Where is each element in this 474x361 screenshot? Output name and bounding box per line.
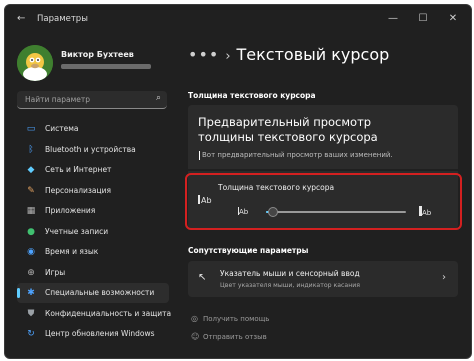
apps-icon: ▦ — [26, 206, 36, 216]
sidebar-item[interactable]: ◆ Сеть и Интернет — [17, 160, 169, 180]
related-section-heading: Сопутствующие параметры — [188, 246, 309, 255]
breadcrumb-more[interactable]: ••• — [188, 45, 219, 64]
preview-title: Предварительный просмотр толщины текстов… — [198, 115, 378, 144]
mouse-pointer-setting[interactable]: ↖ Указатель мыши и сенсорный ввод Цвет у… — [188, 261, 458, 297]
sidebar-item-label: Конфиденциальность и защита — [45, 308, 172, 318]
accessibility-icon: ✱ — [27, 288, 35, 298]
sidebar-item-label: Специальные возможности — [45, 288, 155, 297]
bluetooth-icon: ᛒ — [28, 144, 34, 155]
minimize-button[interactable]: — — [381, 11, 405, 27]
avatar[interactable] — [17, 45, 53, 81]
sidebar-item[interactable]: ⛊ Конфиденциальность и защита — [17, 304, 172, 324]
user-icon: ● — [27, 226, 35, 237]
related-item-title: Указатель мыши и сенсорный ввод — [220, 269, 360, 278]
search-input[interactable]: Найти параметр ⌕ — [17, 91, 167, 109]
sidebar-item[interactable]: ✎ Персонализация — [17, 181, 169, 201]
sidebar-item[interactable]: ▭ Система — [17, 119, 169, 139]
monitor-icon: ▭ — [26, 124, 36, 134]
thickness-section-heading: Толщина текстового курсора — [188, 91, 316, 100]
sidebar-item[interactable]: ▦ Приложения — [17, 201, 169, 221]
close-button[interactable]: ✕ — [441, 11, 465, 27]
sidebar-item-label: Центр обновления Windows — [45, 329, 155, 338]
maximize-button[interactable]: ☐ — [411, 11, 435, 27]
breadcrumb: ••• › Текстовый курсор — [188, 45, 389, 64]
sidebar-item-label: Сеть и Интернет — [45, 165, 112, 174]
user-name: Виктор Бухтеев — [61, 50, 134, 59]
pointer-touch-icon: ↖ — [198, 272, 207, 283]
preview-caret — [199, 151, 200, 160]
sidebar-item-label: Учетные записи — [45, 226, 109, 236]
globe-icon: ◉ — [27, 247, 35, 257]
back-arrow-icon[interactable]: ← — [17, 13, 25, 24]
settings-window: ← Параметры — ☐ ✕ Виктор Бухтеев Найти п… — [4, 4, 472, 359]
chevron-right-icon: › — [442, 272, 446, 283]
send-feedback-link[interactable]: ☺ Отправить отзыв — [191, 332, 267, 341]
breadcrumb-separator: › — [225, 49, 231, 64]
sidebar-item-label: Bluetooth и устройства — [45, 144, 136, 154]
related-item-subtitle: Цвет указателя мыши, индикатор касания — [220, 282, 361, 289]
gamepad-icon: ⊕ — [27, 267, 35, 278]
get-help-link[interactable]: ◎ Получить помощь — [191, 314, 269, 323]
shield-icon: ⛊ — [27, 308, 35, 319]
window-title: Параметры — [37, 14, 88, 24]
sidebar-item-label: Приложения — [45, 206, 96, 215]
sidebar-item-label: Система — [45, 124, 79, 133]
sidebar-item[interactable]: ᛒ Bluetooth и устройства — [17, 140, 169, 160]
network-icon: ◆ — [27, 165, 35, 175]
sidebar-item[interactable]: ↻ Центр обновления Windows — [17, 324, 169, 344]
highlight-frame — [185, 173, 462, 230]
sidebar-item-label: Время и язык — [45, 247, 99, 256]
user-email-redacted — [61, 64, 151, 69]
sidebar-item[interactable]: ⊕ Игры — [17, 263, 169, 283]
brush-icon: ✎ — [27, 185, 35, 196]
preview-text: Вот предварительный просмотр ваших измен… — [202, 151, 393, 159]
page-title: Текстовый курсор — [236, 45, 390, 64]
sidebar-item[interactable]: ● Учетные записи — [17, 222, 169, 242]
preview-card: Предварительный просмотр толщины текстов… — [188, 105, 458, 169]
search-icon[interactable]: ⌕ — [156, 93, 161, 103]
feedback-icon: ☺ — [191, 332, 200, 341]
sidebar-item-label: Игры — [45, 267, 66, 277]
sidebar-item[interactable]: ✱ Специальные возможности — [17, 283, 169, 303]
search-placeholder: Найти параметр — [25, 95, 90, 104]
help-icon: ◎ — [191, 314, 198, 323]
sidebar-item[interactable]: ◉ Время и язык — [17, 242, 169, 262]
sidebar-item-label: Персонализация — [45, 185, 111, 195]
update-icon: ↻ — [27, 329, 35, 339]
sidebar-nav: ▭ Система ᛒ Bluetooth и устройства ◆ Сеть и И… — [17, 119, 172, 345]
title-bar: ← Параметры — ☐ ✕ — [5, 5, 471, 33]
